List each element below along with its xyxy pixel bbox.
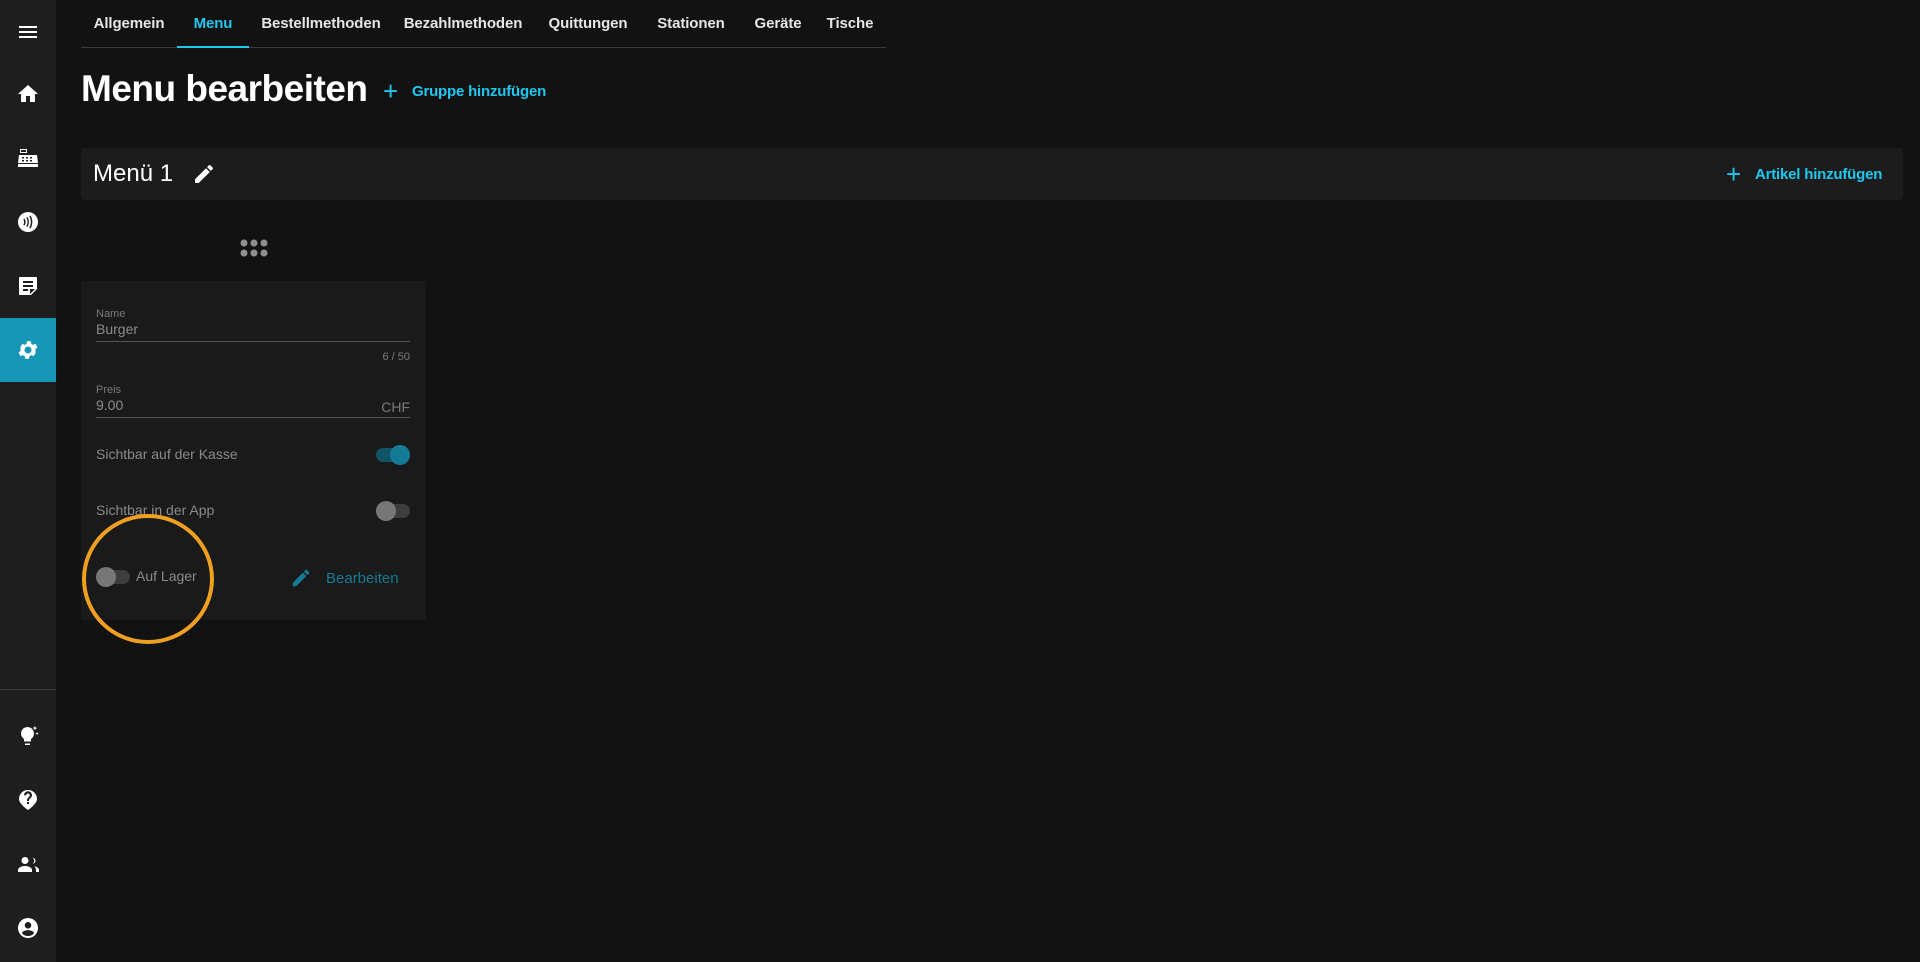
in-stock-row: Auf Lager — [96, 565, 216, 589]
tab-bezahlmethoden[interactable]: Bezahlmethoden — [393, 0, 533, 47]
drag-handle[interactable] — [239, 237, 269, 259]
sidebar-item-tips[interactable] — [0, 704, 56, 768]
article-card: Name Burger 6 / 50 Preis 9.00 CHF Sichtb… — [81, 281, 426, 620]
plus-icon: + — [1726, 159, 1741, 189]
lightbulb-icon — [20, 726, 39, 745]
pencil-icon — [195, 164, 213, 183]
tab-tische[interactable]: Tische — [817, 0, 883, 47]
add-group-button[interactable]: + Gruppe hinzufügen — [383, 78, 546, 104]
help-icon — [19, 790, 37, 810]
name-field[interactable]: Name Burger — [96, 308, 410, 342]
group-title: Menü 1 — [93, 160, 174, 187]
page-title: Menu bearbeiten — [81, 68, 368, 109]
tab-allgemein[interactable]: Allgemein — [81, 0, 177, 47]
name-input[interactable]: Burger — [96, 321, 410, 339]
add-article-label: Artikel hinzufügen — [1754, 165, 1883, 183]
price-input[interactable]: 9.00 — [96, 397, 410, 415]
visible-app-label: Sichtbar in der App — [96, 502, 215, 518]
sidebar-item-help[interactable] — [0, 768, 56, 832]
sidebar-divider — [0, 689, 56, 690]
in-stock-label: Auf Lager — [136, 568, 197, 584]
price-field[interactable]: Preis 9.00 CHF — [96, 384, 410, 418]
price-currency: CHF — [381, 399, 410, 415]
contactless-icon — [18, 212, 38, 232]
account-icon — [18, 918, 38, 938]
visible-pos-row: Sichtbar auf der Kasse — [96, 443, 410, 467]
visible-app-toggle[interactable] — [376, 499, 410, 523]
add-group-label: Gruppe hinzufügen — [411, 82, 547, 100]
edit-article-button[interactable]: Bearbeiten — [290, 567, 399, 589]
visible-pos-label: Sichtbar auf der Kasse — [96, 446, 238, 462]
sidebar-item-orders[interactable] — [0, 254, 56, 318]
visible-pos-toggle[interactable] — [376, 443, 410, 467]
edit-group-button[interactable] — [192, 162, 216, 186]
sidebar-item-home[interactable] — [0, 62, 56, 126]
users-icon — [18, 857, 39, 872]
receipt-icon — [19, 277, 37, 295]
home-icon — [18, 85, 38, 102]
edit-article-label: Bearbeiten — [326, 569, 399, 587]
sidebar-item-pos[interactable] — [0, 126, 56, 190]
pencil-icon — [292, 569, 310, 587]
menu-button[interactable] — [0, 0, 56, 64]
cash-register-icon — [18, 149, 38, 167]
tab-menu[interactable]: Menu — [177, 0, 249, 48]
tab-stationen[interactable]: Stationen — [643, 0, 739, 47]
sidebar-item-team[interactable] — [0, 832, 56, 896]
settings-tabs: Allgemein Menu Bestellmethoden Bezahlmet… — [81, 0, 886, 48]
tab-quittungen[interactable]: Quittungen — [533, 0, 643, 47]
name-label: Name — [96, 308, 126, 320]
price-underline — [96, 417, 410, 418]
name-underline — [96, 341, 410, 342]
tab-bestellmethoden[interactable]: Bestellmethoden — [249, 0, 393, 47]
menu-icon — [19, 26, 37, 38]
sidebar-item-settings[interactable] — [0, 318, 56, 382]
tab-geraete[interactable]: Geräte — [739, 0, 817, 47]
price-label: Preis — [96, 384, 122, 396]
visible-app-row: Sichtbar in der App — [96, 499, 410, 523]
plus-icon: + — [383, 76, 398, 106]
sidebar — [0, 0, 56, 962]
add-article-button[interactable]: + Artikel hinzufügen — [1726, 161, 1882, 187]
settings-icon — [18, 341, 38, 359]
sidebar-item-account[interactable] — [0, 896, 56, 960]
drag-dots-icon — [240, 239, 268, 257]
menu-group-header: Menü 1 + Artikel hinzufügen — [81, 148, 1903, 200]
in-stock-toggle[interactable] — [96, 565, 130, 589]
sidebar-item-payments[interactable] — [0, 190, 56, 254]
name-char-counter: 6 / 50 — [382, 351, 410, 363]
